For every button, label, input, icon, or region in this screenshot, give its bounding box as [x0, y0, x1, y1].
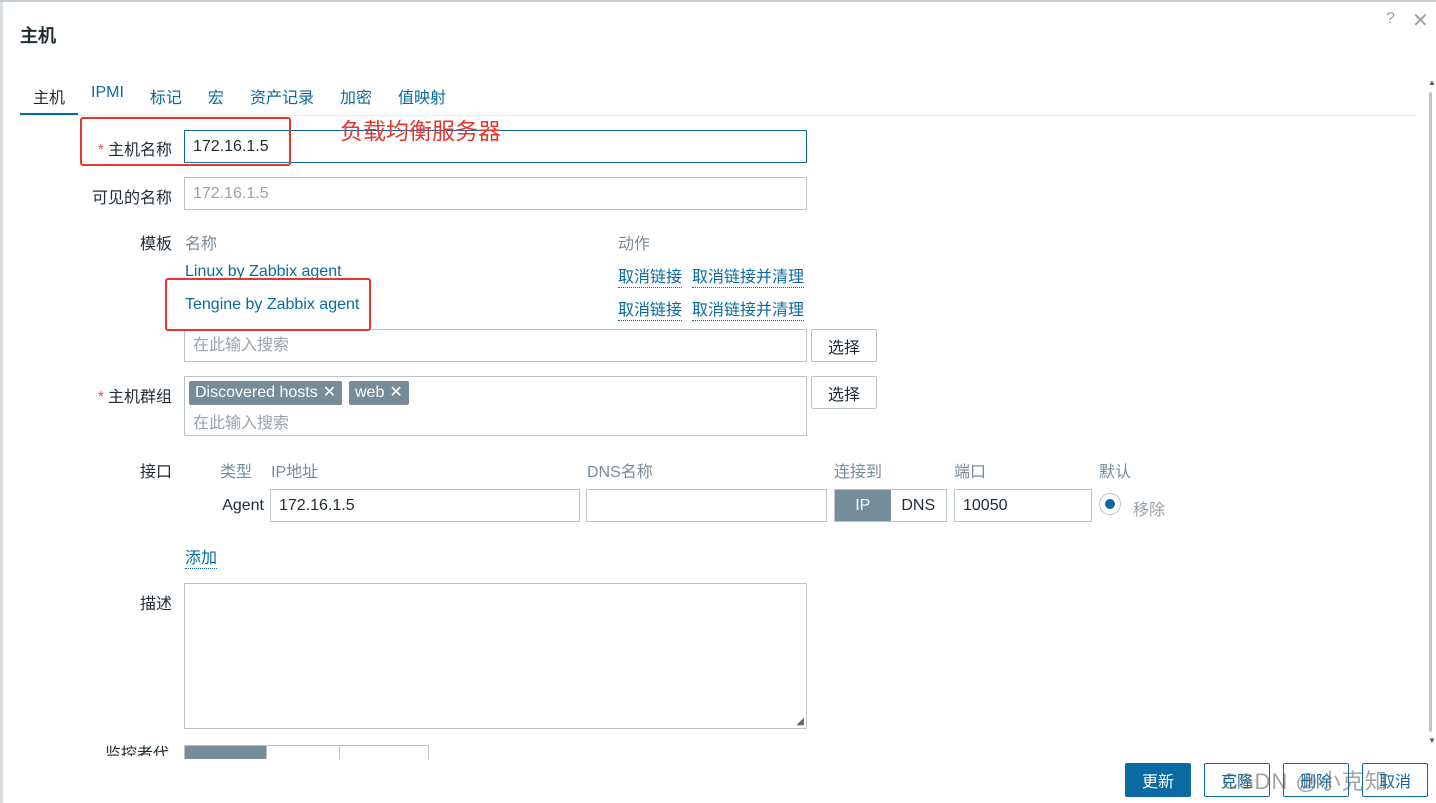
host-groups-select-button[interactable]: 选择 — [811, 376, 877, 409]
templates-label: 模板 — [139, 236, 172, 253]
monitored-by-label-text: 监控者代理 — [105, 746, 170, 756]
tab-inventory[interactable]: 资产记录 — [237, 80, 327, 116]
group-chip-label: Discovered hosts — [195, 384, 318, 401]
interfaces-col-default: 默认 — [1099, 464, 1132, 481]
template-search-input[interactable]: 在此输入搜索 — [184, 329, 807, 362]
interface-add-link[interactable]: 添加 — [185, 544, 218, 569]
annotation-box-template — [165, 278, 371, 331]
interface-remove-link[interactable]: 移除 — [1133, 496, 1165, 520]
radio-selected-dot — [1105, 499, 1115, 509]
top-border — [0, 0, 1436, 2]
required-asterisk-icon: * — [97, 389, 104, 406]
tab-ipmi[interactable]: IPMI — [78, 80, 137, 116]
monitored-by-label: 监控者代理 — [105, 744, 175, 756]
connect-ip-option[interactable]: IP — [835, 490, 891, 521]
close-icon[interactable]: ✕ — [1412, 8, 1429, 33]
group-chip: web ✕ — [349, 381, 409, 405]
group-chip-label: web — [355, 384, 385, 401]
scroll-down-icon[interactable]: ▼ — [1428, 736, 1436, 745]
dialog-title: 主机 — [20, 26, 56, 46]
templates-col-action: 动作 — [618, 236, 651, 253]
tab-encryption[interactable]: 加密 — [327, 80, 385, 116]
annotation-box-hostname — [80, 117, 291, 166]
tab-host[interactable]: 主机 — [20, 80, 79, 116]
interface-dns-input[interactable] — [586, 489, 827, 522]
remove-chip-icon[interactable]: ✕ — [389, 381, 402, 405]
description-label: 描述 — [139, 596, 172, 613]
interfaces-col-connect: 连接到 — [834, 464, 883, 481]
interfaces-col-type: 类型 — [220, 464, 253, 481]
host-groups-label: * 主机群组 — [90, 383, 172, 407]
group-chip: Discovered hosts ✕ — [189, 381, 343, 405]
tab-bar: 主机 IPMI 标记 宏 资产记录 加密 值映射 — [20, 80, 459, 116]
monitored-by-option[interactable] — [267, 746, 340, 759]
monitored-by-option[interactable] — [185, 746, 267, 759]
visible-name-label: 可见的名称 — [91, 190, 172, 207]
default-interface-radio[interactable] — [1099, 493, 1121, 515]
connect-to-toggle: IP DNS — [834, 489, 947, 522]
annotation-text: 负载均衡服务器 — [340, 118, 501, 144]
tab-macros[interactable]: 宏 — [195, 80, 237, 116]
interface-port-input[interactable]: 10050 — [954, 489, 1092, 522]
background-strip — [0, 0, 3, 803]
monitored-by-option[interactable] — [340, 746, 428, 759]
interfaces-label: 接口 — [139, 464, 172, 481]
connect-dns-option[interactable]: DNS — [891, 490, 947, 521]
resize-handle-icon[interactable]: ◢ — [796, 716, 804, 727]
interface-type-label: Agent — [222, 497, 264, 514]
host-groups-multiselect[interactable]: Discovered hosts ✕ web ✕ 在此输入搜索 — [184, 376, 807, 436]
watermark: CSDN @小克知 — [1222, 769, 1388, 794]
interfaces-col-dns: DNS名称 — [587, 464, 653, 481]
host-groups-search-input[interactable]: 在此输入搜索 — [193, 409, 289, 433]
remove-chip-icon[interactable]: ✕ — [323, 381, 336, 405]
interfaces-col-ip: IP地址 — [271, 464, 319, 481]
template-unlink-clear-button[interactable]: 取消链接并清理 — [692, 263, 805, 288]
tab-tags[interactable]: 标记 — [137, 80, 195, 116]
template-unlink-clear-button[interactable]: 取消链接并清理 — [692, 296, 805, 321]
template-select-button[interactable]: 选择 — [811, 329, 877, 362]
help-icon[interactable]: ? — [1386, 10, 1395, 28]
templates-col-name: 名称 — [185, 236, 218, 253]
monitored-by-toggle[interactable] — [184, 745, 429, 759]
template-unlink-button[interactable]: 取消链接 — [618, 263, 683, 288]
interface-ip-input[interactable]: 172.16.1.5 — [270, 489, 580, 522]
tab-value-mapping[interactable]: 值映射 — [385, 80, 459, 116]
interfaces-col-port: 端口 — [954, 464, 987, 481]
host-groups-label-text: 主机群组 — [107, 389, 172, 406]
description-textarea[interactable]: ◢ — [184, 583, 807, 729]
scroll-up-icon[interactable]: ▲ — [1428, 78, 1436, 87]
template-unlink-button[interactable]: 取消链接 — [618, 296, 683, 321]
visible-name-input[interactable]: 172.16.1.5 — [184, 177, 807, 210]
update-button[interactable]: 更新 — [1125, 763, 1191, 797]
scroll-thumb[interactable] — [1429, 92, 1432, 732]
tabs-divider — [20, 115, 1415, 116]
